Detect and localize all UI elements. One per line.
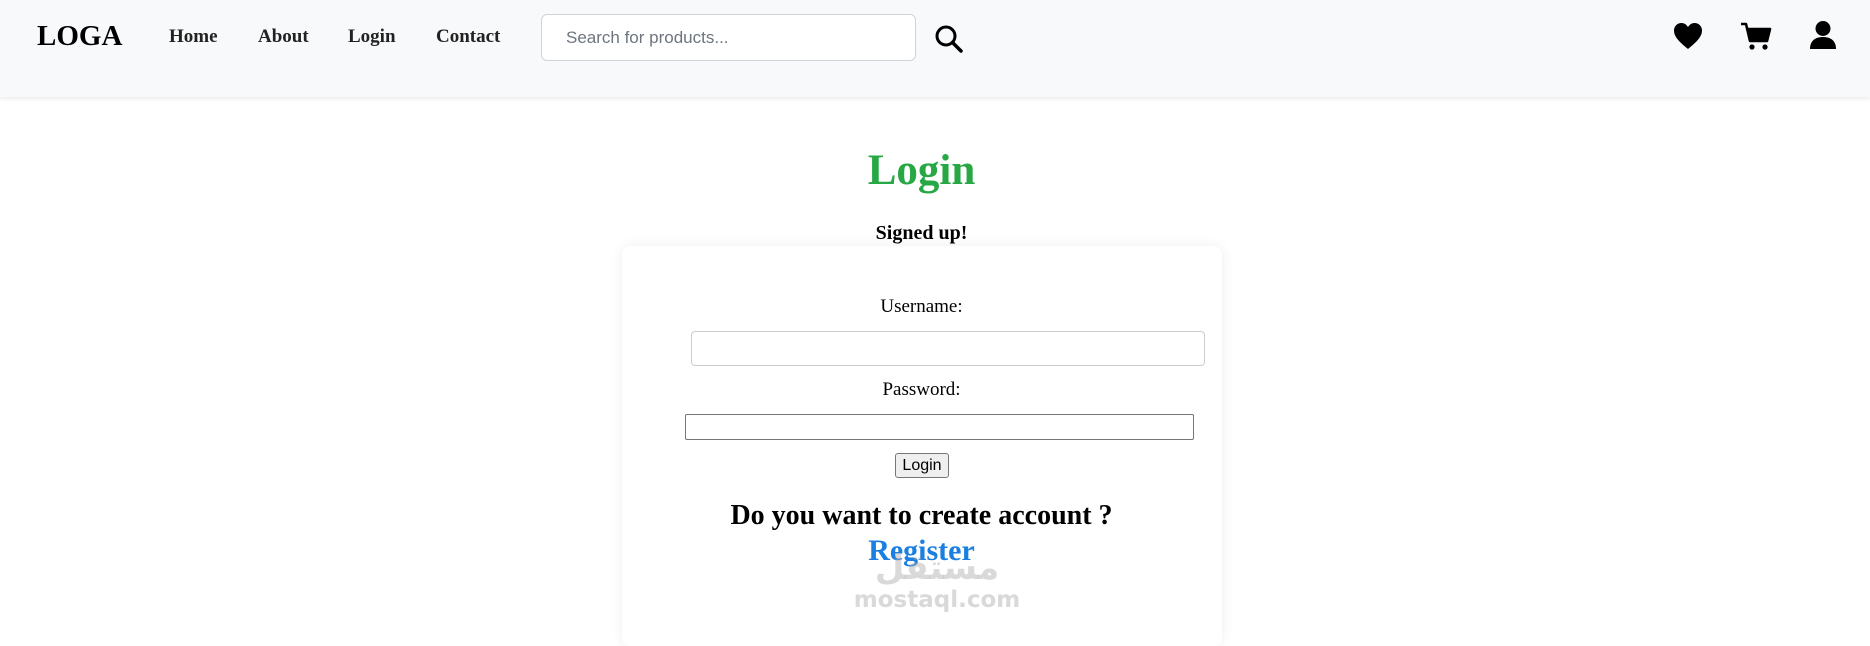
password-input[interactable]	[685, 414, 1194, 440]
register-link[interactable]: Register	[0, 534, 1843, 568]
status-message: Signed up!	[875, 222, 968, 244]
navbar: LOGA Home About Login Contact	[0, 0, 1870, 97]
password-label: Password:	[882, 379, 961, 400]
login-button[interactable]: Login	[895, 453, 949, 478]
brand-logo[interactable]: LOGA	[37, 20, 122, 53]
search-icon[interactable]	[934, 24, 964, 59]
nav-link-home[interactable]: Home	[169, 26, 218, 48]
nav-link-login[interactable]: Login	[348, 26, 396, 48]
username-input[interactable]	[691, 331, 1205, 366]
user-icon[interactable]	[1809, 20, 1837, 55]
search-input[interactable]	[541, 14, 916, 61]
register-prompt: Do you want to create account ?	[730, 500, 1113, 531]
cart-icon[interactable]	[1740, 21, 1772, 56]
nav-link-about[interactable]: About	[258, 26, 309, 48]
username-label: Username:	[880, 296, 963, 317]
nav-link-contact[interactable]: Contact	[436, 26, 500, 48]
page-title: Login	[867, 147, 976, 194]
heart-icon[interactable]	[1673, 22, 1703, 55]
